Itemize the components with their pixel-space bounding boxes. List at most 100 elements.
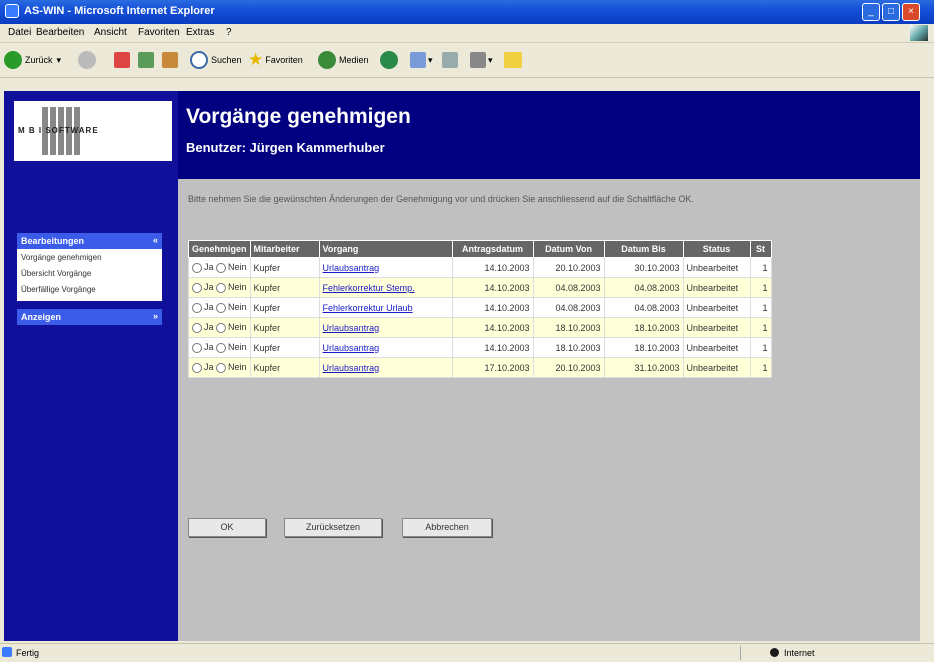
radio-no-label: Nein bbox=[228, 262, 247, 273]
title-bar: AS-WIN - Microsoft Internet Explorer _ □… bbox=[0, 0, 934, 24]
status-cell: Unbearbeitet bbox=[682, 337, 751, 358]
radio-no-label: Nein bbox=[228, 322, 247, 333]
ok-button[interactable]: OK bbox=[188, 518, 266, 537]
status-cell: Unbearbeitet bbox=[682, 257, 751, 278]
st-cell: 1 bbox=[749, 357, 772, 378]
back-button[interactable]: Zurück ▾ bbox=[4, 50, 61, 70]
radio-no[interactable] bbox=[216, 302, 227, 313]
subnav-item-uebersicht-vorgaenge[interactable]: Übersicht Vorgänge bbox=[21, 269, 91, 278]
employee-cell: Kupfer bbox=[249, 357, 320, 378]
applied-date-cell: 14.10.2003 bbox=[451, 257, 534, 278]
from-date-cell: 04.08.2003 bbox=[532, 297, 605, 318]
to-date-cell: 31.10.2003 bbox=[603, 357, 684, 378]
media-icon bbox=[318, 51, 336, 69]
history-button[interactable] bbox=[380, 50, 398, 70]
employee-cell: Kupfer bbox=[249, 317, 320, 338]
radio-no[interactable] bbox=[216, 282, 227, 293]
radio-yes[interactable] bbox=[192, 262, 202, 273]
mail-icon bbox=[410, 52, 426, 68]
nav-bearbeitungen[interactable]: Bearbeitungen « bbox=[17, 233, 162, 249]
from-date-cell: 20.10.2003 bbox=[532, 357, 605, 378]
radio-yes[interactable] bbox=[192, 342, 202, 353]
approve-cell: Ja Nein bbox=[188, 317, 251, 338]
radio-yes[interactable] bbox=[192, 362, 202, 373]
print-button[interactable] bbox=[442, 50, 458, 70]
search-label: Suchen bbox=[211, 55, 242, 65]
table-row: Ja Nein Kupfer Urlaubsantrag 14.10.2003 20.1… bbox=[188, 257, 772, 278]
folder-button[interactable] bbox=[504, 50, 522, 70]
nav-anzeigen-label: Anzeigen bbox=[21, 312, 62, 322]
radio-no[interactable] bbox=[216, 262, 227, 273]
radio-yes[interactable] bbox=[192, 322, 202, 333]
approve-cell: Ja Nein bbox=[188, 357, 251, 378]
from-date-cell: 18.10.2003 bbox=[532, 317, 605, 338]
to-date-cell: 18.10.2003 bbox=[603, 317, 684, 338]
menu-datei[interactable]: Datei bbox=[8, 27, 31, 38]
refresh-button[interactable] bbox=[138, 50, 154, 70]
menu-favoriten[interactable]: Favoriten bbox=[138, 27, 180, 38]
subnav-item-ueberfaellige-vorgaenge[interactable]: Überfällige Vorgänge bbox=[21, 285, 96, 294]
search-button[interactable]: Suchen bbox=[190, 50, 242, 70]
ie-icon bbox=[5, 4, 19, 18]
stop-icon bbox=[114, 52, 130, 68]
radio-yes-label: Ja bbox=[204, 322, 214, 333]
approval-table: Genehmigen Mitarbeiter Vorgang Antragsda… bbox=[188, 240, 772, 378]
employee-cell: Kupfer bbox=[249, 337, 320, 358]
radio-yes[interactable] bbox=[192, 282, 202, 293]
menu-help[interactable]: ? bbox=[226, 27, 232, 38]
from-date-cell: 20.10.2003 bbox=[532, 257, 605, 278]
radio-no[interactable] bbox=[216, 322, 227, 333]
radio-no-label: Nein bbox=[228, 342, 247, 353]
close-button[interactable]: × bbox=[902, 3, 920, 21]
col-datum-von: Datum Von bbox=[532, 240, 605, 258]
minimize-button[interactable]: _ bbox=[862, 3, 880, 21]
status-divider bbox=[740, 646, 741, 660]
process-link[interactable]: Fehlerkorrektur Stemp. bbox=[323, 283, 415, 293]
radio-no[interactable] bbox=[216, 342, 227, 353]
expand-icon: » bbox=[152, 311, 158, 321]
stop-button[interactable] bbox=[114, 50, 130, 70]
process-link[interactable]: Urlaubsantrag bbox=[323, 323, 380, 333]
employee-cell: Kupfer bbox=[249, 277, 320, 298]
table-row: Ja Nein Kupfer Urlaubsantrag 14.10.2003 18.1… bbox=[188, 317, 772, 338]
employee-cell: Kupfer bbox=[249, 297, 320, 318]
maximize-button[interactable]: □ bbox=[882, 3, 900, 21]
process-cell: Fehlerkorrektur Stemp. bbox=[318, 277, 453, 298]
radio-yes[interactable] bbox=[192, 302, 202, 313]
reset-button[interactable]: Zurücksetzen bbox=[284, 518, 382, 537]
edit-button[interactable]: ▾ bbox=[470, 50, 493, 70]
forward-button[interactable] bbox=[78, 50, 96, 70]
st-cell: 1 bbox=[749, 297, 772, 318]
favorites-button[interactable]: ★ Favoriten bbox=[248, 50, 303, 70]
st-cell: 1 bbox=[749, 257, 772, 278]
mail-button[interactable]: ▾ bbox=[410, 50, 433, 70]
folder-icon bbox=[504, 52, 522, 68]
radio-yes-label: Ja bbox=[204, 362, 214, 373]
subnav-item-vorgaenge-genehmigen[interactable]: Vorgänge genehmigen bbox=[21, 253, 102, 262]
home-icon bbox=[162, 52, 178, 68]
menu-bearbeiten[interactable]: Bearbeiten bbox=[36, 27, 84, 38]
process-link[interactable]: Urlaubsantrag bbox=[323, 343, 380, 353]
menu-extras[interactable]: Extras bbox=[186, 27, 214, 38]
approve-cell: Ja Nein bbox=[188, 257, 251, 278]
menu-ansicht[interactable]: Ansicht bbox=[94, 27, 127, 38]
page-icon bbox=[2, 647, 12, 657]
to-date-cell: 04.08.2003 bbox=[603, 297, 684, 318]
web-page: M B I SOFTWARE Bearbeitungen « Vorgänge … bbox=[4, 91, 920, 641]
media-button[interactable]: Medien bbox=[318, 50, 369, 70]
applied-date-cell: 14.10.2003 bbox=[451, 317, 534, 338]
process-link[interactable]: Fehlerkorrektur Urlaub bbox=[323, 303, 413, 313]
table-row: Ja Nein Kupfer Fehlerkorrektur Stemp. 14.10… bbox=[188, 277, 772, 298]
zone-text: Internet bbox=[784, 648, 815, 658]
cancel-button[interactable]: Abbrechen bbox=[402, 518, 492, 537]
process-link[interactable]: Urlaubsantrag bbox=[323, 263, 380, 273]
home-button[interactable] bbox=[162, 50, 178, 70]
process-link[interactable]: Urlaubsantrag bbox=[323, 363, 380, 373]
table-row: Ja Nein Kupfer Fehlerkorrektur Urlaub 14.10… bbox=[188, 297, 772, 318]
applied-date-cell: 14.10.2003 bbox=[451, 277, 534, 298]
sidebar: M B I SOFTWARE Bearbeitungen « Vorgänge … bbox=[4, 91, 178, 641]
process-cell: Urlaubsantrag bbox=[318, 357, 453, 378]
radio-no[interactable] bbox=[216, 362, 227, 373]
applied-date-cell: 14.10.2003 bbox=[451, 337, 534, 358]
nav-anzeigen[interactable]: Anzeigen » bbox=[17, 309, 162, 325]
